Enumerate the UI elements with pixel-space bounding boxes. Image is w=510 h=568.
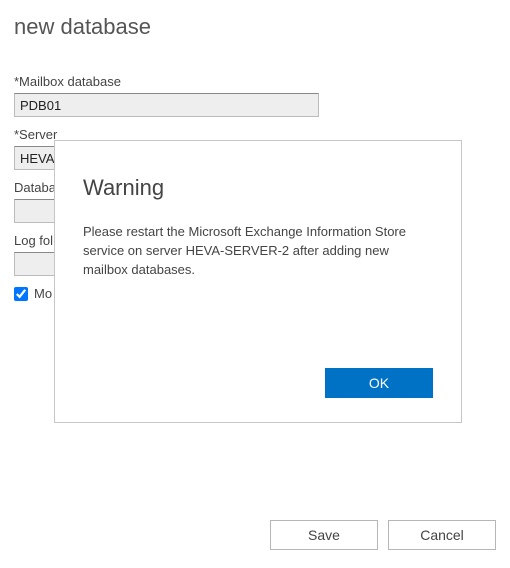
- dialog-message: Please restart the Microsoft Exchange In…: [83, 223, 433, 368]
- warning-dialog: Warning Please restart the Microsoft Exc…: [54, 140, 462, 423]
- dialog-title: Warning: [83, 175, 433, 201]
- field-mailbox-database: *Mailbox database: [14, 74, 496, 117]
- cancel-button[interactable]: Cancel: [388, 520, 496, 550]
- mailbox-database-label: *Mailbox database: [14, 74, 496, 89]
- ok-button[interactable]: OK: [325, 368, 433, 398]
- save-button[interactable]: Save: [270, 520, 378, 550]
- mount-checkbox[interactable]: [14, 287, 28, 301]
- mailbox-database-input[interactable]: [14, 93, 319, 117]
- dialog-actions: OK: [83, 368, 433, 402]
- mount-checkbox-label: Mo: [34, 286, 52, 301]
- footer-actions: Save Cancel: [270, 520, 496, 550]
- page-title: new database: [14, 14, 496, 40]
